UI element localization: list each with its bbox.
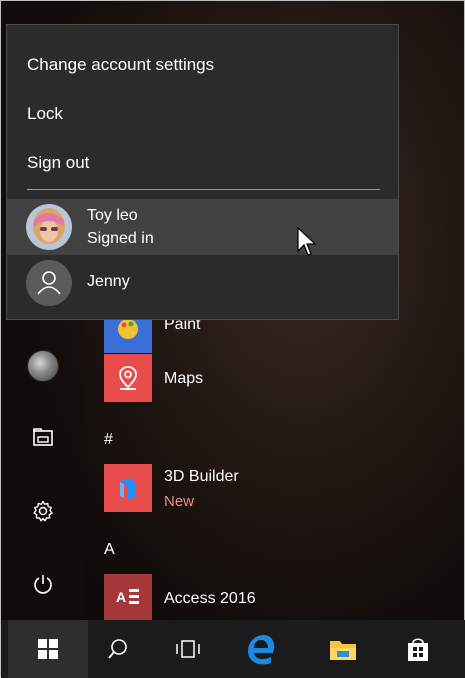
store-icon[interactable] — [398, 629, 438, 669]
start-menu-frame: Paint Maps # 3D Builder New A A Access 2… — [0, 0, 465, 678]
app-label-access-2016[interactable]: Access 2016 — [164, 590, 256, 608]
task-view-glyph — [176, 640, 200, 658]
start-button[interactable] — [8, 620, 88, 678]
new-app-badge: New — [164, 493, 195, 510]
app-label-maps[interactable]: Maps — [164, 370, 203, 388]
menu-divider — [27, 189, 380, 190]
app-tile-access-2016[interactable]: A — [104, 574, 152, 620]
section-header-a[interactable]: A — [104, 541, 115, 559]
task-view-icon[interactable] — [168, 629, 208, 669]
app-label-3d-builder[interactable]: 3D Builder — [164, 468, 239, 486]
file-explorer-taskbar-icon[interactable] — [323, 629, 363, 669]
jenny-avatar — [26, 260, 72, 306]
edge-icon[interactable] — [241, 629, 281, 669]
lock-item[interactable]: Lock — [27, 104, 63, 124]
account-menu: Change account settings Lock Sign out To… — [6, 24, 399, 320]
user-name-toy-leo: Toy leo — [87, 207, 138, 224]
search-icon[interactable] — [98, 629, 138, 669]
edge-glyph — [248, 635, 275, 665]
store-glyph — [408, 638, 428, 661]
maps-icon — [119, 366, 137, 390]
change-account-settings-item[interactable]: Change account settings — [27, 55, 214, 75]
mouse-cursor-icon — [297, 227, 317, 256]
access-icon: A — [116, 589, 139, 605]
user-name-jenny: Jenny — [87, 273, 130, 290]
user-status-signed-in: Signed in — [87, 230, 154, 247]
toy-leo-photo — [26, 204, 72, 250]
taskbar — [1, 620, 465, 678]
windows-start-icon — [38, 639, 58, 659]
search-glyph — [108, 639, 127, 659]
3d-builder-icon — [120, 478, 136, 500]
folder-glyph — [330, 641, 356, 660]
app-tile-3d-builder[interactable] — [104, 464, 152, 512]
svg-text:A: A — [116, 589, 126, 605]
person-icon — [37, 271, 61, 295]
user-row-toy-leo[interactable]: Toy leo Signed in — [7, 199, 398, 255]
user-row-jenny[interactable]: Jenny — [7, 255, 398, 311]
sign-out-item[interactable]: Sign out — [27, 153, 89, 173]
toy-leo-avatar — [26, 204, 72, 250]
section-header-hash[interactable]: # — [104, 431, 113, 449]
app-tile-maps[interactable] — [104, 354, 152, 402]
